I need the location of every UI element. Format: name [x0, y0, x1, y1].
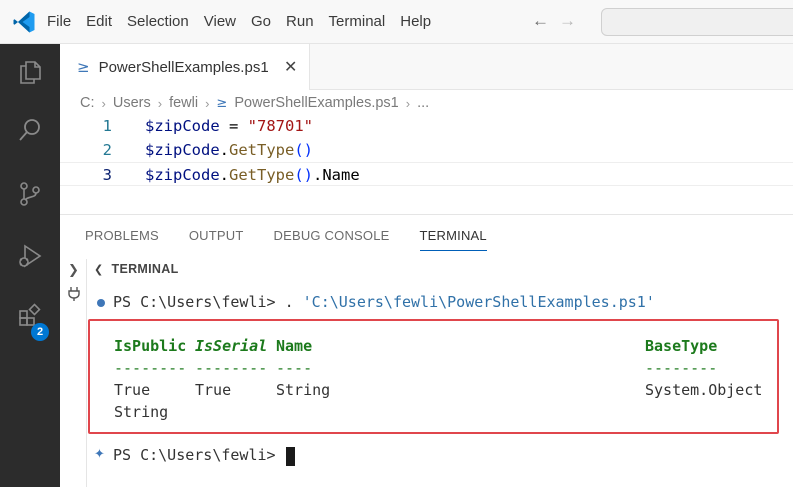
menu-selection[interactable]: Selection [120, 0, 196, 44]
menu-help[interactable]: Help [393, 0, 438, 44]
extensions-badge: 2 [31, 323, 49, 341]
menu-run[interactable]: Run [279, 0, 321, 44]
menu-bar: File Edit Selection View Go Run Terminal… [40, 0, 439, 44]
sparkle-icon[interactable]: ✦ [94, 444, 105, 466]
tab-label: PowerShellExamples.ps1 [98, 58, 269, 76]
vscode-logo-icon [13, 11, 35, 33]
powershell-file-icon: ≥ [216, 95, 228, 111]
chevron-right-icon: › [405, 95, 411, 111]
line-text: $zipCode.GetType().Name [145, 163, 360, 187]
menu-terminal[interactable]: Terminal [322, 0, 393, 44]
powershell-file-icon: ≥ [77, 58, 90, 76]
close-icon[interactable]: ✕ [284, 57, 297, 77]
extensions-icon[interactable]: 2 [0, 288, 60, 344]
run-debug-icon[interactable] [0, 228, 60, 284]
navigation-arrows: ← → [532, 11, 576, 31]
token-dot: . [219, 166, 229, 184]
chevron-down-icon[interactable]: ❮ [94, 263, 104, 276]
tab-output[interactable]: OUTPUT [189, 227, 244, 251]
tab-problems[interactable]: PROBLEMS [85, 227, 159, 251]
terminal-section-title: TERMINAL [111, 262, 179, 276]
token-property: .Name [313, 166, 360, 184]
token-string: "78701" [247, 117, 313, 135]
breadcrumb-fewli[interactable]: fewli [169, 95, 198, 111]
command-center-search[interactable] [601, 8, 793, 36]
code-editor[interactable]: 1 $zipCode = "78701" 2 $zipCode.GetType(… [60, 114, 793, 186]
arrow-right-icon[interactable]: → [559, 11, 576, 31]
token-function: GetType [229, 166, 295, 184]
terminal-command: PS C:\Users\fewli> . 'C:\Users\fewli\Pow… [113, 291, 655, 313]
line-number: 3 [102, 166, 112, 184]
line-text: $zipCode.GetType() [145, 138, 313, 162]
code-line: 1 $zipCode = "78701" [60, 114, 793, 138]
code-line: 2 $zipCode.GetType() [60, 138, 793, 162]
breadcrumb-more[interactable]: ... [417, 95, 429, 111]
terminal-prompt: PS C:\Users\fewli> [113, 293, 276, 311]
explorer-icon[interactable] [0, 44, 60, 100]
terminal-final-prompt: PS C:\Users\fewli> [113, 446, 276, 464]
output-highlight-box [88, 319, 779, 434]
menu-go[interactable]: Go [244, 0, 278, 44]
chevron-right-icon: › [157, 95, 163, 111]
tab-debug-console[interactable]: DEBUG CONSOLE [274, 227, 390, 251]
token-function: GetType [229, 141, 295, 159]
activity-bar: 2 [0, 44, 60, 487]
token-variable: $zipCode [145, 117, 220, 135]
chevron-right-icon: › [101, 95, 106, 111]
menu-view[interactable]: View [197, 0, 243, 44]
editor-tab-bar: ≥ PowerShellExamples.ps1 ✕ [60, 44, 793, 90]
panel-side-strip: ❯ [60, 259, 87, 487]
terminal-command-prefix: . [275, 293, 303, 311]
line-number: 2 [102, 141, 112, 159]
breadcrumb-drive[interactable]: C: [80, 95, 95, 111]
token-parens: () [294, 166, 313, 184]
menu-file[interactable]: File [40, 0, 78, 44]
token-dot: . [219, 141, 229, 159]
chevron-right-icon[interactable]: ❯ [68, 263, 79, 278]
line-number: 1 [102, 117, 112, 135]
menu-edit[interactable]: Edit [79, 0, 119, 44]
source-control-icon[interactable] [0, 166, 60, 222]
terminal-command-path: 'C:\Users\fewli\PowerShellExamples.ps1' [302, 293, 655, 311]
chevron-right-icon: › [205, 95, 210, 111]
tab-terminal[interactable]: TERMINAL [419, 227, 487, 251]
panel-tabs: PROBLEMS OUTPUT DEBUG CONSOLE TERMINAL [85, 227, 517, 251]
arrow-left-icon[interactable]: ← [532, 11, 549, 31]
editor-tab-powershellexamples[interactable]: ≥ PowerShellExamples.ps1 ✕ [60, 44, 310, 90]
token-parens: () [294, 141, 313, 159]
plug-icon[interactable] [67, 286, 81, 305]
breadcrumb: C: › Users › fewli › ≥ PowerShellExample… [80, 93, 429, 113]
token-operator: = [219, 117, 248, 135]
code-line-current: 3 $zipCode.GetType().Name [60, 162, 793, 186]
breadcrumb-users[interactable]: Users [113, 95, 151, 111]
terminal-section-header[interactable]: ❮ TERMINAL [94, 262, 179, 276]
token-variable: $zipCode [145, 166, 220, 184]
token-variable: $zipCode [145, 141, 220, 159]
command-status-dot-icon[interactable] [97, 299, 105, 307]
search-icon[interactable] [0, 102, 60, 158]
line-text: $zipCode = "78701" [145, 114, 313, 138]
breadcrumb-file[interactable]: PowerShellExamples.ps1 [234, 95, 398, 111]
title-bar: File Edit Selection View Go Run Terminal… [0, 0, 793, 44]
terminal-cursor [286, 447, 295, 466]
